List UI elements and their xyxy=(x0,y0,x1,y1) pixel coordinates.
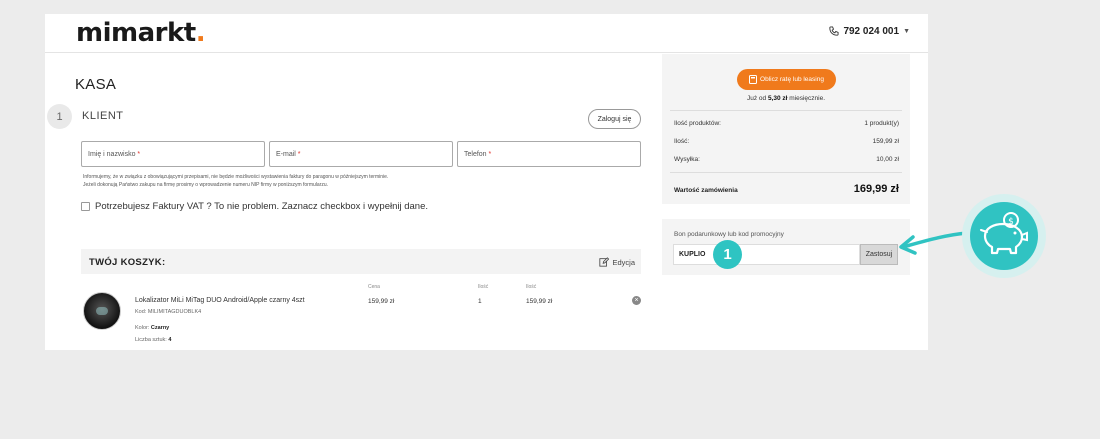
summary-label: Ilość produktów: xyxy=(674,120,721,127)
phone-contact[interactable]: 792 024 001 ▼ xyxy=(828,26,910,37)
name-field[interactable]: Imię i nazwisko * xyxy=(81,141,265,167)
summary-value: 10,00 zł xyxy=(876,156,899,163)
phone-icon xyxy=(829,26,839,36)
vat-checkbox[interactable] xyxy=(81,202,90,211)
pieces-value: 4 xyxy=(168,337,172,343)
product-quantity: 1 xyxy=(478,298,482,305)
login-button[interactable]: Zaloguj się xyxy=(588,109,641,129)
edit-icon xyxy=(599,257,610,267)
total-value: 169,99 zł xyxy=(853,183,899,195)
product-pieces: Liczba sztuk: 4 xyxy=(135,337,171,343)
info-line: Jeżeli dokonują Państwo zakupu na firmę … xyxy=(83,181,329,188)
remove-icon[interactable]: × xyxy=(632,296,641,305)
invoice-info: Informujemy, że w związku z obowiązujący… xyxy=(83,174,643,189)
info-line: Informujemy, że w związku z obowiązujący… xyxy=(83,174,389,180)
product-price: 159,99 zł xyxy=(368,298,395,305)
monthly-suffix: miesięcznie. xyxy=(789,95,826,102)
product-image[interactable] xyxy=(83,292,121,330)
summary-value: 1 produkt(y) xyxy=(864,120,899,127)
phone-field[interactable]: Telefon * xyxy=(457,141,641,167)
color-value: Czarny xyxy=(150,325,170,331)
product-name[interactable]: Lokalizator MiLi MiTag DUO Android/Apple… xyxy=(135,297,305,304)
phone-placeholder: Telefon xyxy=(464,151,487,158)
piggy-bank-glyph: $ xyxy=(980,212,1028,255)
top-bar: mimarkt. 792 024 001 ▼ xyxy=(45,14,928,53)
step-badge: 1 xyxy=(713,240,742,269)
promo-label: Bon podarunkowy lub kod promocyjny xyxy=(674,231,784,238)
required-mark: * xyxy=(488,151,492,158)
column-header-total: Ilość xyxy=(526,284,537,290)
edit-label: Edycja xyxy=(612,257,635,267)
edit-cart-button[interactable]: Edycja xyxy=(599,257,635,267)
email-placeholder: E-mail xyxy=(276,151,296,158)
required-mark: * xyxy=(137,151,141,158)
leasing-label: Oblicz ratę lub leasing xyxy=(760,76,824,83)
step-title: KLIENT xyxy=(82,110,124,122)
color-label: Kolor: xyxy=(135,325,150,331)
product-total: 159,99 zł xyxy=(526,298,553,305)
summary-label: Wysyłka: xyxy=(674,156,700,163)
divider xyxy=(670,172,902,173)
product-color: Kolor: Czarny xyxy=(135,325,169,331)
logo[interactable]: mimarkt. xyxy=(76,18,206,48)
total-label: Wartość zamówienia xyxy=(674,187,738,194)
email-field[interactable]: E-mail * xyxy=(269,141,453,167)
column-header-quantity: Ilość xyxy=(478,284,489,290)
step-number: 1 xyxy=(47,104,72,129)
promo-section: Bon podarunkowy lub kod promocyjny KUPLI… xyxy=(662,219,910,275)
logo-dot: . xyxy=(195,18,206,48)
piggy-bank-circle: $ xyxy=(970,202,1038,270)
product-code: Kod: MILIMITAGDUOBLK4 xyxy=(135,309,202,315)
required-mark: * xyxy=(297,151,301,158)
logo-text: mimarkt xyxy=(76,18,196,48)
vat-checkbox-row[interactable]: Potrzebujesz Faktury VAT ? To nie proble… xyxy=(81,201,428,212)
monthly-installment: Już od 5,30 zł miesięcznie. xyxy=(662,95,910,102)
column-header-price: Cena xyxy=(368,284,380,290)
cart-title: TWÓJ KOSZYK: xyxy=(89,257,166,268)
leasing-button[interactable]: Oblicz ratę lub leasing xyxy=(737,69,836,90)
divider xyxy=(670,110,902,111)
promo-code-input[interactable]: KUPLIO xyxy=(673,244,860,265)
monthly-prefix: Już od xyxy=(746,95,767,102)
order-summary: Oblicz ratę lub leasing Już od 5,30 zł m… xyxy=(662,54,910,204)
page-title: KASA xyxy=(75,76,117,93)
monthly-amount: 5,30 zł xyxy=(767,95,788,102)
checkout-page: mimarkt. 792 024 001 ▼ KASA 1 KLIENT Zal… xyxy=(45,14,928,350)
chevron-down-icon: ▼ xyxy=(903,28,910,35)
vat-checkbox-label: Potrzebujesz Faktury VAT ? To nie proble… xyxy=(95,201,429,212)
calculator-icon xyxy=(749,75,758,84)
phone-number: 792 024 001 xyxy=(843,26,900,37)
cart-header: TWÓJ KOSZYK: Edycja xyxy=(81,249,641,274)
name-placeholder: Imię i nazwisko xyxy=(88,151,136,158)
piggy-bank-icon: $ xyxy=(962,194,1046,278)
pieces-label: Liczba sztuk: xyxy=(135,337,167,343)
apply-promo-button[interactable]: Zastosuj xyxy=(860,244,898,265)
summary-value: 159,99 zł xyxy=(872,138,899,145)
summary-label: Ilość: xyxy=(674,138,690,145)
